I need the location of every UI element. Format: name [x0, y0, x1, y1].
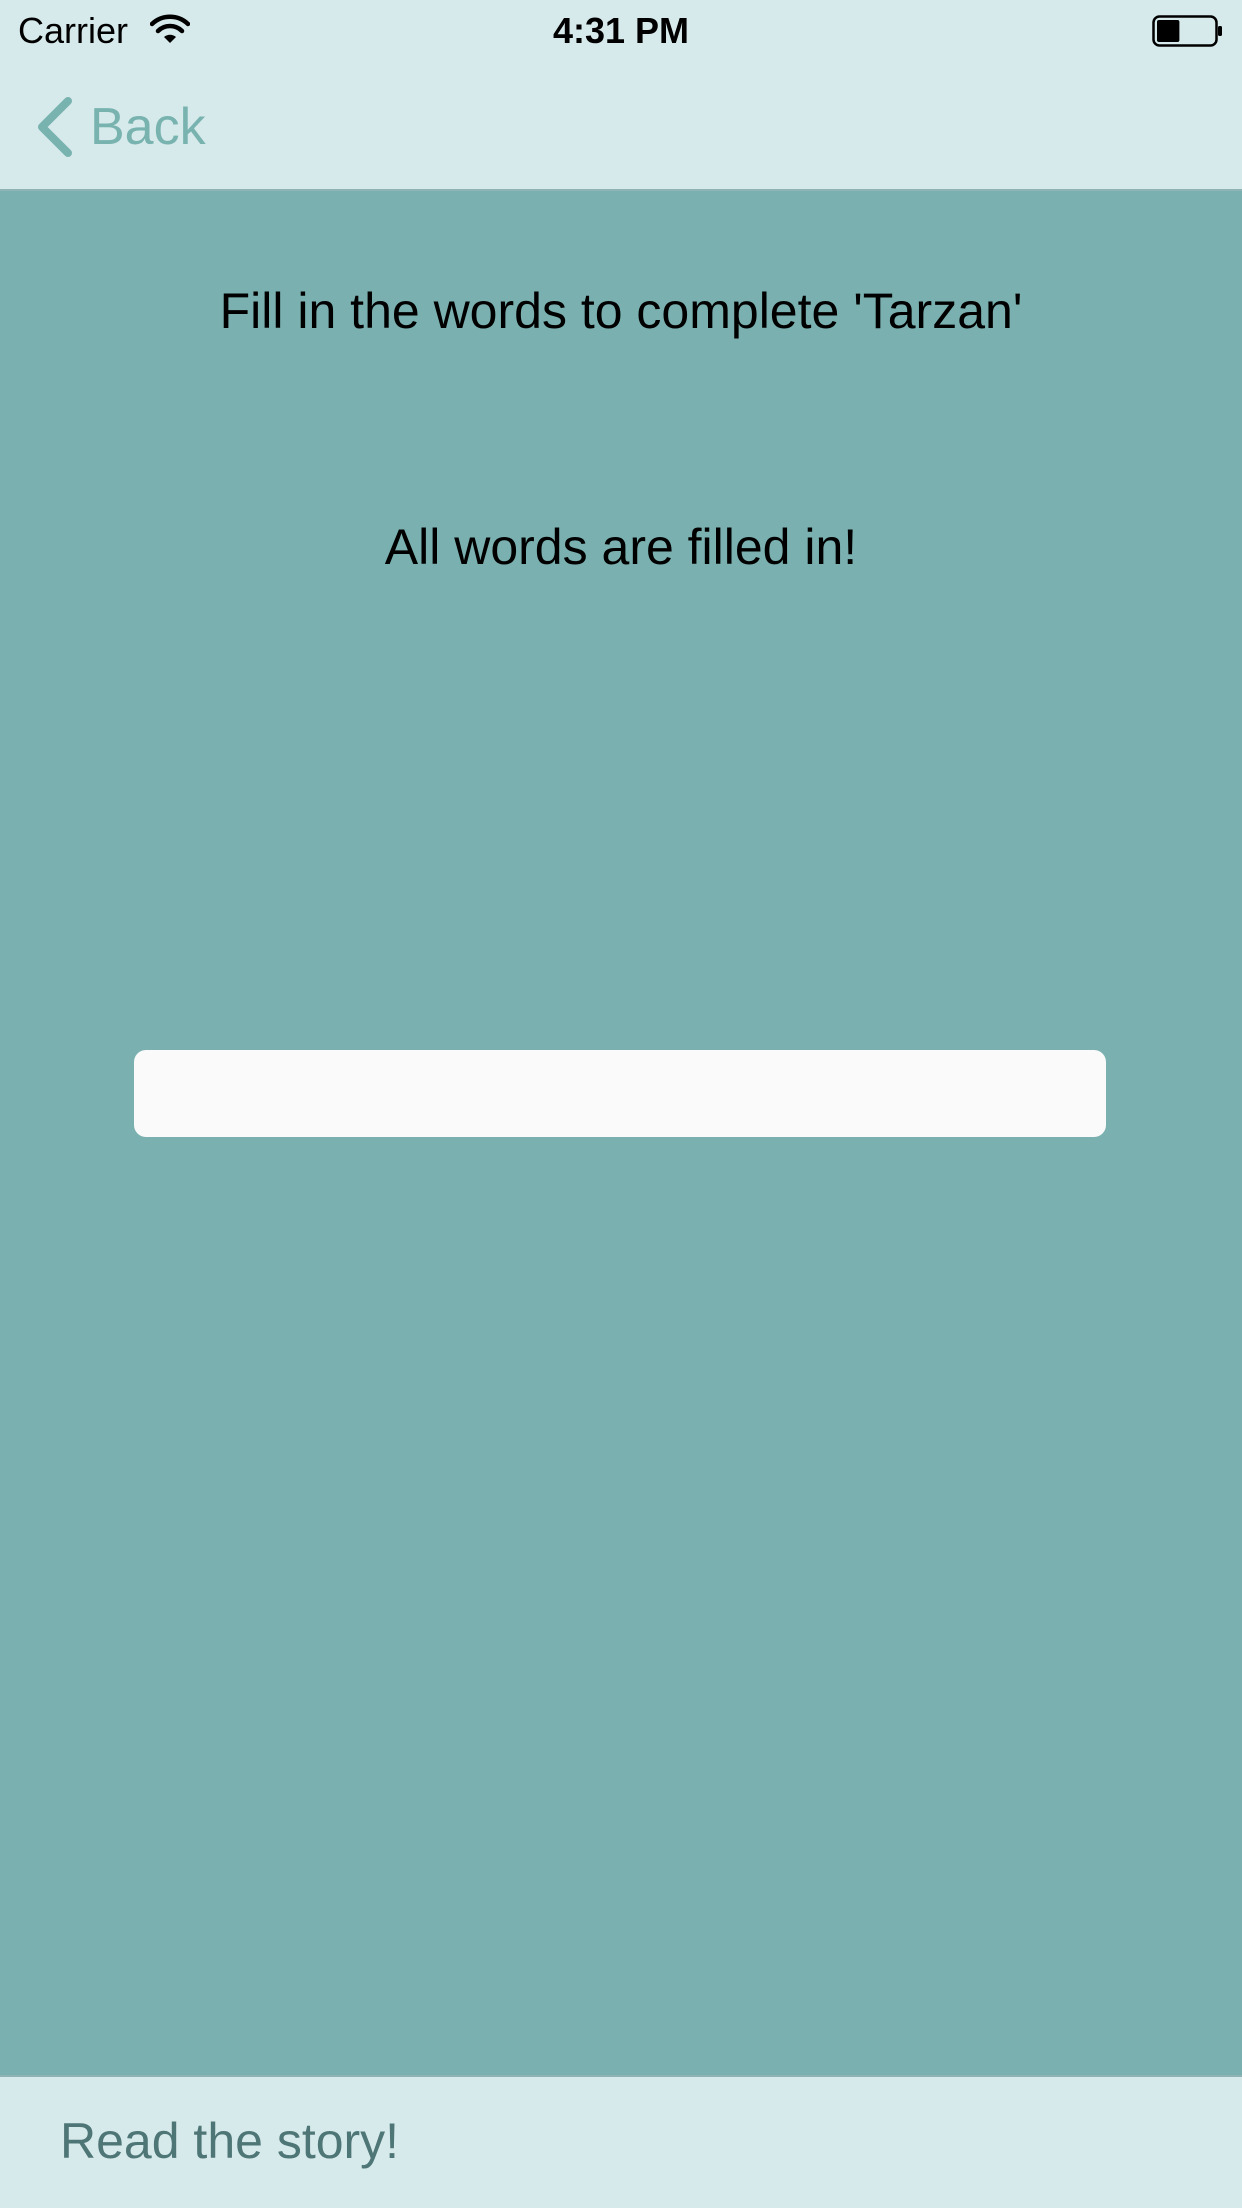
- main-content: Fill in the words to complete 'Tarzan' A…: [0, 191, 1242, 2076]
- battery-icon: [1152, 15, 1222, 47]
- back-label: Back: [90, 98, 206, 156]
- chevron-left-icon: [38, 97, 72, 157]
- status-bar: Carrier 4:31 PM: [0, 0, 1242, 62]
- page-title: Fill in the words to complete 'Tarzan': [219, 283, 1023, 339]
- back-button[interactable]: Back: [34, 92, 206, 162]
- read-story-button[interactable]: Read the story!: [60, 2109, 399, 2173]
- completion-message: All words are filled in!: [384, 519, 858, 575]
- word-input[interactable]: [134, 1050, 1106, 1137]
- navigation-bar: Back: [0, 62, 1242, 191]
- bottom-toolbar: Read the story!: [0, 2075, 1242, 2208]
- battery-fill: [1157, 20, 1180, 42]
- clock: 4:31 PM: [552, 10, 690, 51]
